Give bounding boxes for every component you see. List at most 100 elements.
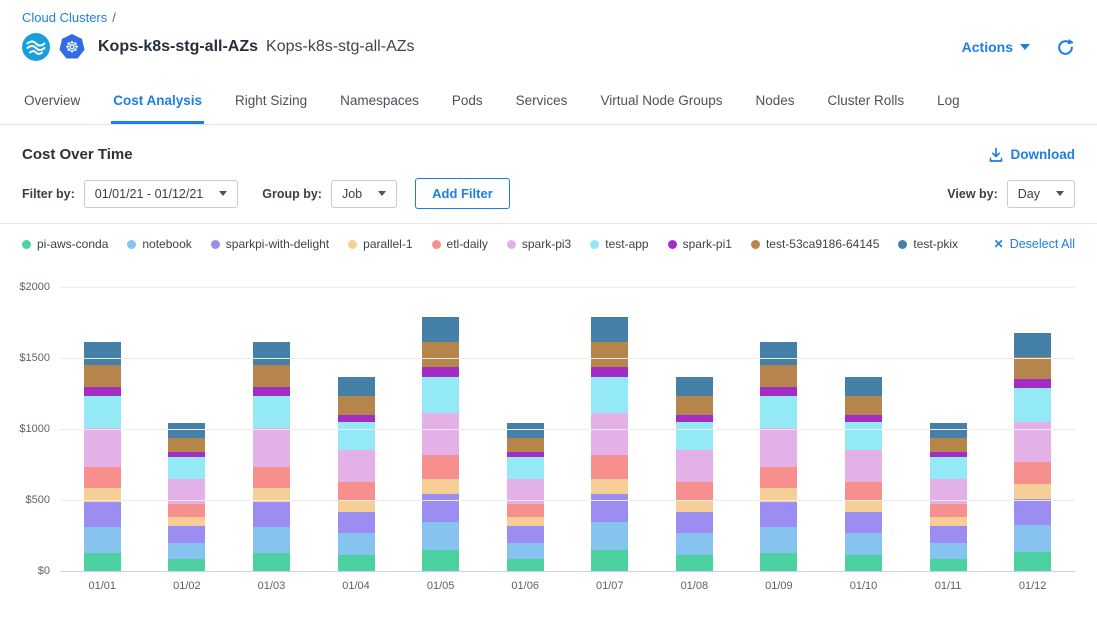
bar-segment-sparkpi-with-delight[interactable] bbox=[676, 512, 713, 533]
bar-segment-pi-aws-conda[interactable] bbox=[168, 559, 205, 571]
bar-segment-sparkpi-with-delight[interactable] bbox=[84, 502, 121, 527]
bar-segment-test-53ca9186-64145[interactable] bbox=[338, 396, 375, 414]
bar-segment-notebook[interactable] bbox=[591, 522, 628, 550]
refresh-button[interactable] bbox=[1056, 38, 1075, 57]
bar-segment-test-pkix[interactable] bbox=[930, 423, 967, 437]
bar-segment-test-53ca9186-64145[interactable] bbox=[507, 438, 544, 452]
tab-cluster-rolls[interactable]: Cluster Rolls bbox=[826, 87, 907, 124]
bar-segment-etl-daily[interactable] bbox=[422, 455, 459, 478]
bar-segment-spark-pi3[interactable] bbox=[338, 450, 375, 483]
bar-segment-test-pkix[interactable] bbox=[253, 342, 290, 365]
legend-item-pi-aws-conda[interactable]: pi-aws-conda bbox=[22, 237, 108, 251]
bar-segment-test-app[interactable] bbox=[168, 457, 205, 478]
bar-segment-sparkpi-with-delight[interactable] bbox=[422, 494, 459, 522]
bar-segment-test-pkix[interactable] bbox=[168, 423, 205, 437]
bar-segment-spark-pi3[interactable] bbox=[760, 428, 797, 466]
bar-segment-parallel-1[interactable] bbox=[930, 517, 967, 526]
bar-segment-sparkpi-with-delight[interactable] bbox=[760, 502, 797, 527]
bar-segment-test-pkix[interactable] bbox=[84, 342, 121, 365]
bar-segment-pi-aws-conda[interactable] bbox=[930, 559, 967, 571]
bar-segment-test-53ca9186-64145[interactable] bbox=[591, 342, 628, 367]
bar-segment-test-pkix[interactable] bbox=[591, 317, 628, 343]
bar-segment-sparkpi-with-delight[interactable] bbox=[930, 526, 967, 542]
bar-segment-sparkpi-with-delight[interactable] bbox=[1014, 499, 1051, 525]
bar-segment-spark-pi1[interactable] bbox=[676, 415, 713, 422]
bar-segment-pi-aws-conda[interactable] bbox=[845, 555, 882, 571]
bar-segment-parallel-1[interactable] bbox=[845, 500, 882, 512]
bar-segment-spark-pi3[interactable] bbox=[845, 450, 882, 483]
bar-segment-test-53ca9186-64145[interactable] bbox=[930, 438, 967, 452]
bar-segment-test-app[interactable] bbox=[1014, 388, 1051, 422]
bar-segment-test-app[interactable] bbox=[253, 396, 290, 429]
bar-segment-etl-daily[interactable] bbox=[507, 504, 544, 517]
bar-segment-test-pkix[interactable] bbox=[338, 377, 375, 396]
legend-item-test-app[interactable]: test-app bbox=[590, 237, 648, 251]
bar-segment-notebook[interactable] bbox=[84, 527, 121, 553]
bar-segment-pi-aws-conda[interactable] bbox=[676, 555, 713, 571]
bar-segment-test-app[interactable] bbox=[591, 377, 628, 413]
bar-segment-pi-aws-conda[interactable] bbox=[591, 550, 628, 571]
bar-segment-etl-daily[interactable] bbox=[591, 455, 628, 478]
legend-item-notebook[interactable]: notebook bbox=[127, 237, 191, 251]
bar-segment-spark-pi1[interactable] bbox=[338, 415, 375, 422]
actions-button[interactable]: Actions bbox=[962, 39, 1030, 55]
legend-item-etl-daily[interactable]: etl-daily bbox=[432, 237, 488, 251]
bar-segment-test-pkix[interactable] bbox=[760, 342, 797, 365]
bar-segment-test-app[interactable] bbox=[338, 422, 375, 450]
bar-segment-sparkpi-with-delight[interactable] bbox=[507, 526, 544, 542]
bar-segment-parallel-1[interactable] bbox=[1014, 484, 1051, 499]
download-button[interactable]: Download bbox=[988, 147, 1076, 163]
bar-segment-parallel-1[interactable] bbox=[422, 479, 459, 495]
bar-segment-notebook[interactable] bbox=[253, 527, 290, 553]
tab-nodes[interactable]: Nodes bbox=[754, 87, 797, 124]
date-range-select[interactable]: 01/01/21 - 01/12/21 bbox=[84, 180, 238, 208]
view-by-select[interactable]: Day bbox=[1007, 180, 1075, 208]
bar-segment-test-app[interactable] bbox=[84, 396, 121, 429]
bar-segment-test-53ca9186-64145[interactable] bbox=[676, 396, 713, 414]
bar-segment-spark-pi3[interactable] bbox=[1014, 422, 1051, 462]
bar-segment-pi-aws-conda[interactable] bbox=[760, 553, 797, 571]
bar-segment-notebook[interactable] bbox=[338, 533, 375, 555]
bar-segment-spark-pi1[interactable] bbox=[422, 367, 459, 376]
bar-segment-notebook[interactable] bbox=[676, 533, 713, 555]
bar-segment-test-pkix[interactable] bbox=[1014, 333, 1051, 357]
legend-item-spark-pi1[interactable]: spark-pi1 bbox=[668, 237, 732, 251]
bar-segment-spark-pi3[interactable] bbox=[591, 413, 628, 456]
bar-segment-spark-pi3[interactable] bbox=[253, 428, 290, 466]
bar-segment-etl-daily[interactable] bbox=[930, 504, 967, 517]
bar-segment-etl-daily[interactable] bbox=[338, 482, 375, 500]
bar-segment-etl-daily[interactable] bbox=[676, 482, 713, 500]
bar-segment-notebook[interactable] bbox=[168, 543, 205, 559]
bar-segment-test-app[interactable] bbox=[845, 422, 882, 450]
bar-segment-test-53ca9186-64145[interactable] bbox=[760, 365, 797, 387]
legend-item-spark-pi3[interactable]: spark-pi3 bbox=[507, 237, 571, 251]
bar-segment-sparkpi-with-delight[interactable] bbox=[253, 502, 290, 527]
bar-segment-test-53ca9186-64145[interactable] bbox=[422, 342, 459, 367]
bar-segment-pi-aws-conda[interactable] bbox=[84, 553, 121, 571]
bar-segment-pi-aws-conda[interactable] bbox=[338, 555, 375, 571]
bar-segment-notebook[interactable] bbox=[507, 543, 544, 559]
bar-segment-spark-pi1[interactable] bbox=[591, 367, 628, 376]
bar-segment-etl-daily[interactable] bbox=[760, 467, 797, 488]
bar-segment-notebook[interactable] bbox=[1014, 525, 1051, 552]
bar-segment-test-53ca9186-64145[interactable] bbox=[1014, 357, 1051, 380]
tab-virtual-node-groups[interactable]: Virtual Node Groups bbox=[598, 87, 724, 124]
legend-item-test-pkix[interactable]: test-pkix bbox=[898, 237, 958, 251]
bar-segment-test-app[interactable] bbox=[422, 377, 459, 413]
bar-segment-sparkpi-with-delight[interactable] bbox=[845, 512, 882, 533]
bar-segment-etl-daily[interactable] bbox=[845, 482, 882, 500]
breadcrumb-link-cloud-clusters[interactable]: Cloud Clusters bbox=[22, 10, 107, 25]
bar-segment-sparkpi-with-delight[interactable] bbox=[591, 494, 628, 522]
legend-item-parallel-1[interactable]: parallel-1 bbox=[348, 237, 412, 251]
bar-segment-pi-aws-conda[interactable] bbox=[253, 553, 290, 571]
tab-pods[interactable]: Pods bbox=[450, 87, 485, 124]
bar-segment-pi-aws-conda[interactable] bbox=[1014, 552, 1051, 571]
bar-segment-test-pkix[interactable] bbox=[845, 377, 882, 396]
bar-segment-etl-daily[interactable] bbox=[253, 467, 290, 488]
bar-segment-notebook[interactable] bbox=[930, 543, 967, 559]
bar-segment-etl-daily[interactable] bbox=[168, 504, 205, 517]
bar-segment-notebook[interactable] bbox=[760, 527, 797, 553]
tab-overview[interactable]: Overview bbox=[22, 87, 82, 124]
bar-segment-parallel-1[interactable] bbox=[338, 500, 375, 512]
bar-segment-spark-pi1[interactable] bbox=[84, 387, 121, 396]
